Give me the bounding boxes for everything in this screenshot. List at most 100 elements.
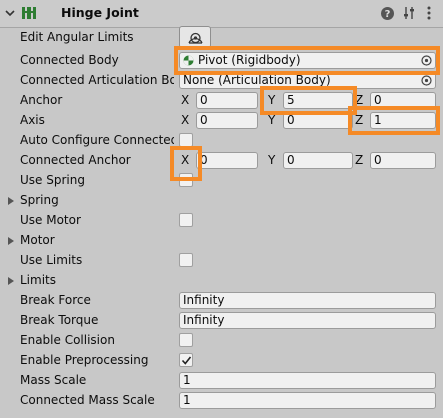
row-enable-preprocessing: Enable Preprocessing: [0, 351, 443, 371]
use-motor-label: Use Motor: [20, 213, 81, 227]
enable-collision-label: Enable Collision: [20, 333, 115, 347]
connected-articulation-body-field[interactable]: None (Articulation Body): [179, 72, 436, 89]
axis-z-field[interactable]: 1: [370, 112, 436, 129]
checkmark-icon: [181, 356, 192, 365]
row-anchor: Anchor X 0 Y 5 Z 0: [0, 91, 443, 111]
help-icon[interactable]: ?: [380, 6, 395, 21]
axis-z-value: 1: [374, 113, 382, 127]
axis-z-label[interactable]: Z: [355, 113, 363, 127]
connected-anchor-y-label[interactable]: Y: [268, 153, 275, 167]
connected-anchor-label: Connected Anchor: [20, 153, 131, 167]
motor-label[interactable]: Motor: [20, 233, 55, 247]
connected-anchor-x-value: 0: [200, 153, 208, 167]
connected-anchor-y-field[interactable]: 0: [283, 152, 353, 169]
spring-label[interactable]: Spring: [20, 193, 59, 207]
connected-body-value: Pivot (Rigidbody): [198, 53, 301, 67]
component-header[interactable]: Hinge Joint ?: [0, 0, 443, 28]
row-connected-body: Connected Body Pivot (Rigidbody): [0, 51, 443, 71]
mass-scale-field[interactable]: 1: [179, 372, 436, 389]
enable-preprocessing-label: Enable Preprocessing: [20, 353, 149, 367]
anchor-y-field[interactable]: 5: [283, 92, 353, 109]
connected-articulation-body-label: Connected Articulation Body: [20, 73, 174, 87]
connected-mass-scale-label: Connected Mass Scale: [20, 393, 155, 407]
row-mass-scale: Mass Scale 1: [0, 371, 443, 391]
foldout-arrow-icon[interactable]: [8, 277, 14, 285]
anchor-z-label[interactable]: Z: [355, 93, 363, 107]
break-torque-value: Infinity: [183, 313, 225, 327]
axis-x-label[interactable]: X: [181, 113, 189, 127]
break-torque-label: Break Torque: [20, 313, 99, 327]
row-connected-articulation-body: Connected Articulation Body None (Articu…: [0, 71, 443, 91]
use-motor-checkbox[interactable]: [179, 213, 193, 227]
use-spring-label: Use Spring: [20, 173, 85, 187]
anchor-x-value: 0: [200, 93, 208, 107]
row-axis: Axis X 0 Y 0 Z 1: [0, 111, 443, 131]
svg-text:?: ?: [385, 9, 391, 20]
row-limits-foldout[interactable]: Limits: [0, 271, 443, 291]
connected-body-field[interactable]: Pivot (Rigidbody): [179, 52, 436, 69]
presets-icon[interactable]: [402, 6, 416, 20]
kebab-menu-icon[interactable]: [424, 5, 434, 21]
break-force-value: Infinity: [183, 293, 225, 307]
connected-anchor-x-label[interactable]: X: [181, 153, 189, 167]
anchor-z-field[interactable]: 0: [370, 92, 436, 109]
edit-angular-limits-button[interactable]: [179, 26, 211, 48]
row-enable-collision: Enable Collision: [0, 331, 443, 351]
row-use-limits: Use Limits: [0, 251, 443, 271]
axis-y-label[interactable]: Y: [268, 113, 275, 127]
anchor-z-value: 0: [374, 93, 382, 107]
anchor-label: Anchor: [20, 93, 63, 107]
row-use-spring: Use Spring: [0, 171, 443, 191]
axis-x-value: 0: [200, 113, 208, 127]
mass-scale-label: Mass Scale: [20, 373, 87, 387]
anchor-y-label[interactable]: Y: [268, 93, 275, 107]
connected-anchor-z-field[interactable]: 0: [370, 152, 436, 169]
connected-body-label: Connected Body: [20, 53, 119, 67]
row-auto-configure-connected-anchor: Auto Configure Connected Anchor: [0, 131, 443, 151]
row-spring-foldout[interactable]: Spring: [0, 191, 443, 211]
mass-scale-value: 1: [183, 373, 191, 387]
connected-anchor-x-field[interactable]: 0: [196, 152, 258, 169]
limits-label[interactable]: Limits: [20, 273, 56, 287]
hinge-joint-icon: [22, 7, 36, 19]
row-break-torque: Break Torque Infinity: [0, 311, 443, 331]
axis-y-value: 0: [287, 113, 295, 127]
object-picker-icon[interactable]: [421, 55, 432, 66]
anchor-y-value: 5: [287, 93, 295, 107]
use-limits-label: Use Limits: [20, 253, 83, 267]
connected-mass-scale-value: 1: [183, 393, 191, 407]
connected-anchor-z-value: 0: [374, 153, 382, 167]
foldout-arrow-icon[interactable]: [8, 197, 14, 205]
axis-y-field[interactable]: 0: [283, 112, 353, 129]
auto-configure-checkbox[interactable]: [179, 133, 193, 147]
break-force-label: Break Force: [20, 293, 91, 307]
connected-anchor-z-label[interactable]: Z: [355, 153, 363, 167]
foldout-arrow-icon[interactable]: [8, 237, 14, 245]
enable-preprocessing-checkbox[interactable]: [179, 353, 193, 367]
break-force-field[interactable]: Infinity: [179, 292, 436, 309]
row-motor-foldout[interactable]: Motor: [0, 231, 443, 251]
edit-angular-limits-icon: [188, 32, 203, 44]
anchor-x-label[interactable]: X: [181, 93, 189, 107]
connected-articulation-body-value: None (Articulation Body): [183, 73, 331, 87]
break-torque-field[interactable]: Infinity: [179, 312, 436, 329]
connected-anchor-y-value: 0: [287, 153, 295, 167]
edit-angular-limits-label: Edit Angular Limits: [20, 30, 134, 44]
row-use-motor: Use Motor: [0, 211, 443, 231]
use-spring-checkbox[interactable]: [179, 173, 193, 187]
rigidbody-icon: [183, 55, 194, 66]
row-break-force: Break Force Infinity: [0, 291, 443, 311]
component-title: Hinge Joint: [61, 5, 139, 20]
enable-collision-checkbox[interactable]: [179, 333, 193, 347]
anchor-x-field[interactable]: 0: [196, 92, 258, 109]
chevron-down-icon[interactable]: [3, 6, 17, 20]
row-connected-anchor: Connected Anchor X 0 Y 0 Z 0: [0, 151, 443, 171]
auto-configure-label: Auto Configure Connected Anchor: [20, 133, 174, 147]
object-picker-icon[interactable]: [421, 75, 432, 86]
connected-mass-scale-field[interactable]: 1: [179, 392, 436, 409]
row-edit-angular-limits: Edit Angular Limits: [0, 26, 443, 48]
row-connected-mass-scale: Connected Mass Scale 1: [0, 391, 443, 411]
axis-label: Axis: [20, 113, 45, 127]
axis-x-field[interactable]: 0: [196, 112, 258, 129]
use-limits-checkbox[interactable]: [179, 253, 193, 267]
